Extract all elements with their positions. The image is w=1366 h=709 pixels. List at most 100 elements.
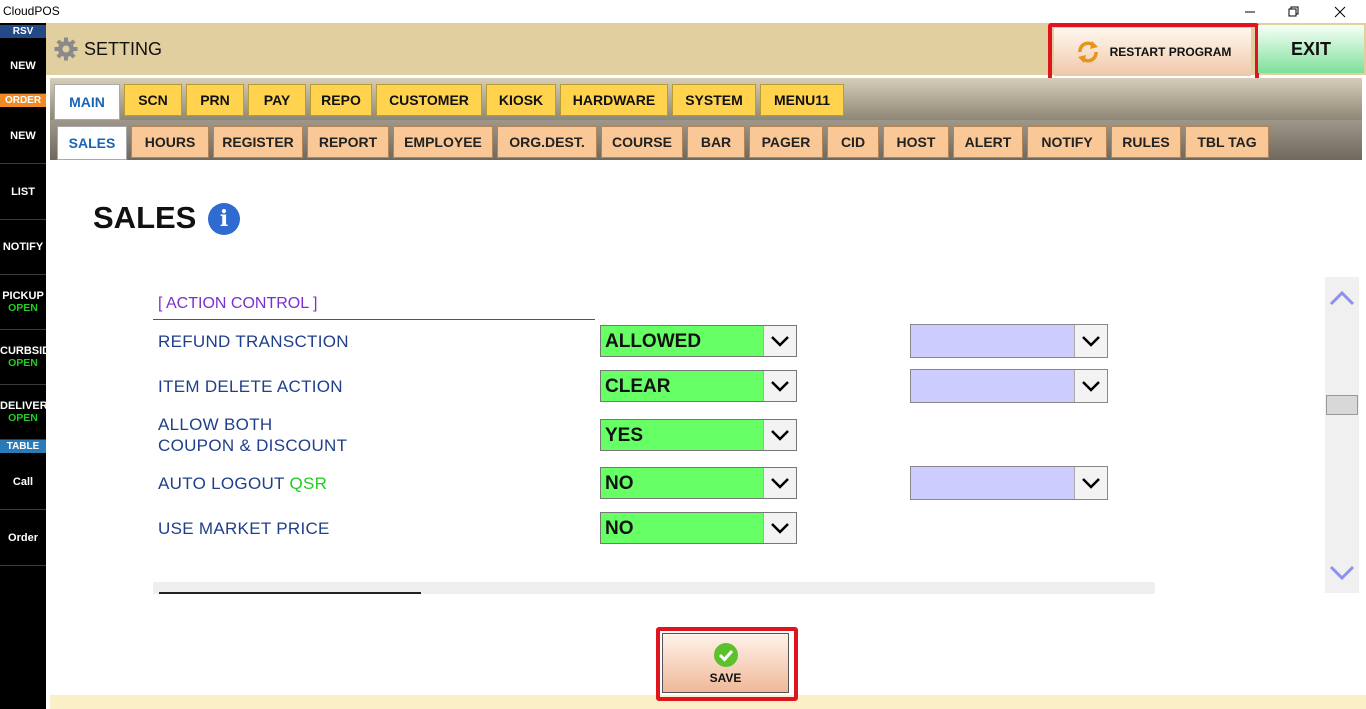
auto-logout-label-text: AUTO LOGOUT	[158, 474, 285, 493]
auto-logout-qsr-tag: QSR	[289, 474, 328, 493]
tab-report[interactable]: REPORT	[307, 126, 389, 158]
sidebar-item-list[interactable]: LIST	[0, 164, 46, 220]
sidebar-item-pickup[interactable]: PICKUP OPEN	[0, 275, 46, 330]
save-button[interactable]: SAVE	[662, 633, 789, 693]
restore-icon	[1288, 6, 1299, 16]
auto-logout-secondary-select[interactable]	[910, 466, 1108, 500]
sidebar-item-label: NEW	[10, 129, 36, 142]
tab-main[interactable]: MAIN	[54, 84, 120, 120]
item-delete-action-secondary-select[interactable]	[910, 369, 1108, 403]
sidebar-item-label: NOTIFY	[2, 241, 44, 253]
refund-transaction-secondary-select[interactable]	[910, 324, 1108, 358]
page-title: SALES	[93, 200, 197, 235]
tab-sales[interactable]: SALES	[57, 126, 127, 160]
tab-bar[interactable]: BAR	[687, 126, 745, 158]
section-label-action-control: [ ACTION CONTROL ]	[158, 295, 318, 312]
page-header-title: SETTING	[84, 39, 163, 59]
chevron-up-icon	[1329, 290, 1355, 306]
select-value: ALLOWED	[605, 331, 702, 352]
use-market-price-select[interactable]: NO	[600, 512, 797, 544]
restart-program-button[interactable]: RESTART PROGRAM	[1054, 28, 1251, 76]
setting-label-auto-logout: AUTO LOGOUT QSR	[158, 474, 327, 494]
section-divider	[153, 319, 595, 320]
tab-notify[interactable]: NOTIFY	[1027, 126, 1107, 158]
select-value: NO	[605, 473, 634, 494]
tab-employee[interactable]: EMPLOYEE	[393, 126, 493, 158]
chevron-down-icon	[763, 326, 796, 356]
minimize-button[interactable]	[1228, 0, 1272, 23]
tab-hours[interactable]: HOURS	[131, 126, 209, 158]
scroll-down-button[interactable]	[1325, 557, 1359, 587]
select-value: YES	[605, 425, 644, 446]
tab-pay[interactable]: PAY	[248, 84, 306, 116]
window-title: CloudPOS	[3, 4, 60, 18]
sidebar-item-order[interactable]: Order	[0, 510, 46, 566]
setting-label-allow-both-line1: ALLOW BOTH	[158, 415, 273, 434]
sidebar-item-label: Order	[8, 531, 38, 544]
item-delete-action-select[interactable]: CLEAR	[600, 370, 797, 402]
tab-course[interactable]: COURSE	[601, 126, 683, 158]
sidebar-item-delivery[interactable]: DELIVERY OPEN	[0, 385, 46, 440]
sidebar-item-label: DELIVERY	[0, 400, 46, 412]
content-scrollbar[interactable]	[1325, 277, 1359, 593]
tab-menu11[interactable]: MENU11	[760, 84, 844, 116]
sidebar-item-call[interactable]: Call	[0, 454, 46, 510]
sidebar-item-curbside[interactable]: CURBSID OPEN	[0, 330, 46, 385]
exit-button[interactable]: EXIT	[1258, 25, 1364, 73]
tab-org-dest[interactable]: ORG.DEST.	[497, 126, 597, 158]
allow-coupon-discount-select[interactable]: YES	[600, 419, 797, 451]
scroll-up-button[interactable]	[1325, 283, 1359, 313]
close-window-button[interactable]	[1318, 0, 1362, 23]
sidebar-item-rsv-new[interactable]: NEW	[0, 39, 46, 94]
tab-cid[interactable]: CID	[827, 126, 879, 158]
window-title-bar	[0, 0, 1366, 23]
tab-prn[interactable]: PRN	[186, 84, 244, 116]
chevron-down-icon	[1329, 565, 1355, 580]
save-label: SAVE	[709, 670, 742, 685]
sidebar-item-label: Call	[12, 475, 34, 488]
select-value: NO	[605, 518, 634, 539]
chevron-down-icon	[1074, 370, 1107, 402]
tab-host[interactable]: HOST	[883, 126, 949, 158]
sidebar-item-label: PICKUP	[2, 290, 44, 302]
sidebar-item-status: OPEN	[8, 412, 38, 424]
restore-button[interactable]	[1272, 0, 1316, 23]
sidebar-header-order: ORDER	[0, 94, 46, 107]
setting-label-allow-both-line2: COUPON & DISCOUNT	[158, 436, 348, 455]
chevron-down-icon	[763, 371, 796, 401]
tab-alert[interactable]: ALERT	[953, 126, 1023, 158]
sidebar-header-rsv: RSV	[0, 25, 46, 38]
tab-repo[interactable]: REPO	[310, 84, 372, 116]
chevron-down-icon	[1074, 467, 1107, 499]
sidebar-item-order-new[interactable]: NEW	[0, 108, 46, 164]
left-sidebar: RSV NEW ORDER NEW LIST NOTIFY PICKUP OPE…	[0, 23, 46, 709]
setting-label-use-market-price: USE MARKET PRICE	[158, 519, 330, 538]
sidebar-item-label: CURBSID	[0, 345, 46, 357]
sidebar-item-label: LIST	[11, 185, 35, 198]
close-icon	[1334, 6, 1346, 17]
sidebar-item-status: OPEN	[8, 302, 38, 314]
tab-rules[interactable]: RULES	[1111, 126, 1181, 158]
sidebar-item-notify[interactable]: NOTIFY	[0, 220, 46, 275]
tab-scn[interactable]: SCN	[124, 84, 182, 116]
content-footer-strip	[50, 695, 1366, 709]
tab-system[interactable]: SYSTEM	[672, 84, 756, 116]
scroll-thumb[interactable]	[1326, 395, 1358, 415]
select-value: CLEAR	[605, 376, 671, 397]
tab-pager[interactable]: PAGER	[749, 126, 823, 158]
refresh-icon	[1077, 41, 1098, 63]
info-icon[interactable]: i	[208, 203, 240, 235]
sidebar-item-status: OPEN	[8, 357, 38, 369]
tab-register[interactable]: REGISTER	[213, 126, 303, 158]
refund-transaction-select[interactable]: ALLOWED	[600, 325, 797, 357]
chevron-down-icon	[763, 513, 796, 543]
auto-logout-select[interactable]: NO	[600, 467, 797, 499]
sidebar-item-label: NEW	[10, 60, 36, 72]
tab-hardware[interactable]: HARDWARE	[560, 84, 668, 116]
clipped-heading-graphic	[159, 592, 421, 594]
setting-label-item-delete-action: ITEM DELETE ACTION	[158, 377, 343, 396]
tab-kiosk[interactable]: KIOSK	[486, 84, 556, 116]
tab-customer[interactable]: CUSTOMER	[376, 84, 482, 116]
tab-tbl-tag[interactable]: TBL TAG	[1185, 126, 1269, 158]
chevron-down-icon	[1074, 325, 1107, 357]
